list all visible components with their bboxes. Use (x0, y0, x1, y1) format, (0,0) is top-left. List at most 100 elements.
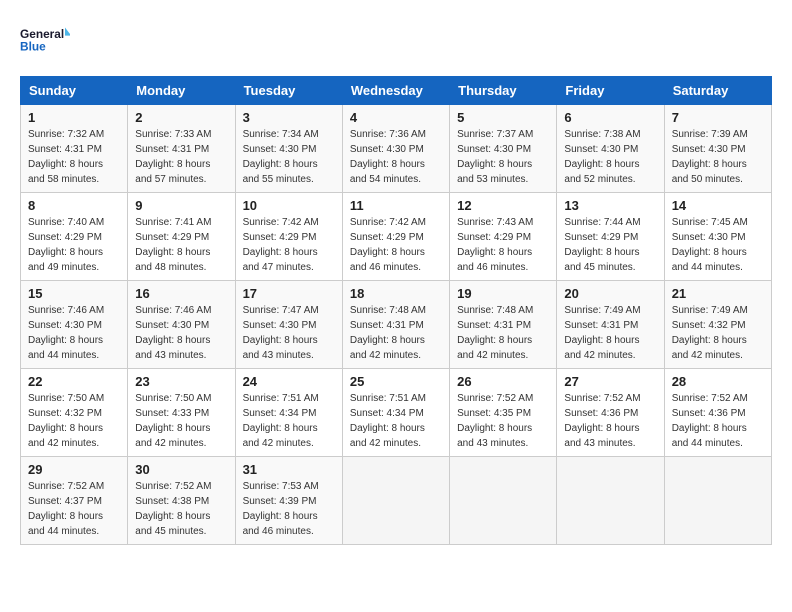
day-cell: 5 Sunrise: 7:37 AMSunset: 4:30 PMDaylight… (450, 105, 557, 193)
day-cell: 9Sunrise: 7:41 AMSunset: 4:29 PMDaylight… (128, 193, 235, 281)
day-cell: 30 Sunrise: 7:52 AMSunset: 4:38 PMDayligh… (128, 457, 235, 545)
day-number: 13 (564, 198, 656, 213)
day-info: Sunrise: 7:43 AMSunset: 4:29 PMDaylight:… (457, 215, 549, 275)
day-cell (557, 457, 664, 545)
day-cell: 4 Sunrise: 7:36 AMSunset: 4:30 PMDaylight… (342, 105, 449, 193)
day-number: 1 (28, 110, 120, 125)
day-cell: 12 Sunrise: 7:43 AMSunset: 4:29 PMDayligh… (450, 193, 557, 281)
day-info: Sunrise: 7:40 AMSunset: 4:29 PMDaylight:… (28, 215, 120, 275)
day-cell: 3 Sunrise: 7:34 AMSunset: 4:30 PMDaylight… (235, 105, 342, 193)
day-cell: 13 Sunrise: 7:44 AMSunset: 4:29 PMDayligh… (557, 193, 664, 281)
day-cell: 26 Sunrise: 7:52 AMSunset: 4:35 PMDayligh… (450, 369, 557, 457)
day-number: 14 (672, 198, 764, 213)
day-cell: 15Sunrise: 7:46 AMSunset: 4:30 PMDayligh… (21, 281, 128, 369)
day-number: 8 (28, 198, 120, 213)
day-info: Sunrise: 7:44 AMSunset: 4:29 PMDaylight:… (564, 215, 656, 275)
day-info: Sunrise: 7:42 AMSunset: 4:29 PMDaylight:… (350, 215, 442, 275)
day-info: Sunrise: 7:49 AMSunset: 4:31 PMDaylight:… (564, 303, 656, 363)
col-header-sunday: Sunday (21, 77, 128, 105)
col-header-monday: Monday (128, 77, 235, 105)
day-cell: 16 Sunrise: 7:46 AMSunset: 4:30 PMDayligh… (128, 281, 235, 369)
day-number: 27 (564, 374, 656, 389)
col-header-tuesday: Tuesday (235, 77, 342, 105)
day-info: Sunrise: 7:37 AMSunset: 4:30 PMDaylight:… (457, 127, 549, 187)
col-header-saturday: Saturday (664, 77, 771, 105)
col-header-friday: Friday (557, 77, 664, 105)
day-info: Sunrise: 7:52 AMSunset: 4:36 PMDaylight:… (564, 391, 656, 451)
day-cell: 14 Sunrise: 7:45 AMSunset: 4:30 PMDayligh… (664, 193, 771, 281)
day-info: Sunrise: 7:45 AMSunset: 4:30 PMDaylight:… (672, 215, 764, 275)
day-cell: 20 Sunrise: 7:49 AMSunset: 4:31 PMDayligh… (557, 281, 664, 369)
day-cell: 18 Sunrise: 7:48 AMSunset: 4:31 PMDayligh… (342, 281, 449, 369)
day-number: 29 (28, 462, 120, 477)
day-number: 26 (457, 374, 549, 389)
day-number: 16 (135, 286, 227, 301)
day-cell (664, 457, 771, 545)
day-info: Sunrise: 7:48 AMSunset: 4:31 PMDaylight:… (350, 303, 442, 363)
day-number: 20 (564, 286, 656, 301)
calendar-table: SundayMondayTuesdayWednesdayThursdayFrid… (20, 76, 772, 545)
day-info: Sunrise: 7:52 AMSunset: 4:38 PMDaylight:… (135, 479, 227, 539)
day-info: Sunrise: 7:52 AMSunset: 4:37 PMDaylight:… (28, 479, 120, 539)
day-number: 23 (135, 374, 227, 389)
day-cell (450, 457, 557, 545)
day-cell: 25 Sunrise: 7:51 AMSunset: 4:34 PMDayligh… (342, 369, 449, 457)
day-number: 28 (672, 374, 764, 389)
day-cell (342, 457, 449, 545)
day-info: Sunrise: 7:51 AMSunset: 4:34 PMDaylight:… (350, 391, 442, 451)
day-info: Sunrise: 7:32 AMSunset: 4:31 PMDaylight:… (28, 127, 120, 187)
day-number: 9 (135, 198, 227, 213)
day-cell: 29 Sunrise: 7:52 AMSunset: 4:37 PMDayligh… (21, 457, 128, 545)
day-cell: 10Sunrise: 7:42 AMSunset: 4:29 PMDayligh… (235, 193, 342, 281)
day-number: 3 (243, 110, 335, 125)
day-info: Sunrise: 7:39 AMSunset: 4:30 PMDaylight:… (672, 127, 764, 187)
day-info: Sunrise: 7:52 AMSunset: 4:36 PMDaylight:… (672, 391, 764, 451)
day-info: Sunrise: 7:50 AMSunset: 4:32 PMDaylight:… (28, 391, 120, 451)
day-number: 22 (28, 374, 120, 389)
day-number: 19 (457, 286, 549, 301)
day-info: Sunrise: 7:33 AMSunset: 4:31 PMDaylight:… (135, 127, 227, 187)
logo-svg: General Blue (20, 20, 70, 60)
day-number: 30 (135, 462, 227, 477)
day-number: 5 (457, 110, 549, 125)
day-number: 17 (243, 286, 335, 301)
day-info: Sunrise: 7:36 AMSunset: 4:30 PMDaylight:… (350, 127, 442, 187)
logo: General Blue (20, 20, 70, 60)
day-number: 2 (135, 110, 227, 125)
day-number: 11 (350, 198, 442, 213)
day-info: Sunrise: 7:48 AMSunset: 4:31 PMDaylight:… (457, 303, 549, 363)
page-header: General Blue (20, 20, 772, 60)
day-cell: 7 Sunrise: 7:39 AMSunset: 4:30 PMDaylight… (664, 105, 771, 193)
day-number: 21 (672, 286, 764, 301)
day-cell: 2 Sunrise: 7:33 AMSunset: 4:31 PMDaylight… (128, 105, 235, 193)
day-cell: 28 Sunrise: 7:52 AMSunset: 4:36 PMDayligh… (664, 369, 771, 457)
day-number: 4 (350, 110, 442, 125)
svg-text:Blue: Blue (20, 40, 46, 54)
col-header-thursday: Thursday (450, 77, 557, 105)
day-cell: 22 Sunrise: 7:50 AMSunset: 4:32 PMDayligh… (21, 369, 128, 457)
day-number: 31 (243, 462, 335, 477)
day-number: 7 (672, 110, 764, 125)
day-cell: 31 Sunrise: 7:53 AMSunset: 4:39 PMDayligh… (235, 457, 342, 545)
day-cell: 8 Sunrise: 7:40 AMSunset: 4:29 PMDaylight… (21, 193, 128, 281)
day-info: Sunrise: 7:52 AMSunset: 4:35 PMDaylight:… (457, 391, 549, 451)
day-info: Sunrise: 7:47 AMSunset: 4:30 PMDaylight:… (243, 303, 335, 363)
day-info: Sunrise: 7:46 AMSunset: 4:30 PMDaylight:… (28, 303, 120, 363)
day-number: 18 (350, 286, 442, 301)
day-cell: 1 Sunrise: 7:32 AMSunset: 4:31 PMDaylight… (21, 105, 128, 193)
day-cell: 11 Sunrise: 7:42 AMSunset: 4:29 PMDayligh… (342, 193, 449, 281)
day-info: Sunrise: 7:53 AMSunset: 4:39 PMDaylight:… (243, 479, 335, 539)
day-info: Sunrise: 7:50 AMSunset: 4:33 PMDaylight:… (135, 391, 227, 451)
day-number: 12 (457, 198, 549, 213)
day-cell: 6Sunrise: 7:38 AMSunset: 4:30 PMDaylight… (557, 105, 664, 193)
day-cell: 27 Sunrise: 7:52 AMSunset: 4:36 PMDayligh… (557, 369, 664, 457)
day-number: 25 (350, 374, 442, 389)
col-header-wednesday: Wednesday (342, 77, 449, 105)
day-info: Sunrise: 7:34 AMSunset: 4:30 PMDaylight:… (243, 127, 335, 187)
day-cell: 17 Sunrise: 7:47 AMSunset: 4:30 PMDayligh… (235, 281, 342, 369)
day-info: Sunrise: 7:46 AMSunset: 4:30 PMDaylight:… (135, 303, 227, 363)
week-row-4: 22 Sunrise: 7:50 AMSunset: 4:32 PMDayligh… (21, 369, 772, 457)
day-number: 10 (243, 198, 335, 213)
week-row-3: 15Sunrise: 7:46 AMSunset: 4:30 PMDayligh… (21, 281, 772, 369)
day-cell: 19 Sunrise: 7:48 AMSunset: 4:31 PMDayligh… (450, 281, 557, 369)
